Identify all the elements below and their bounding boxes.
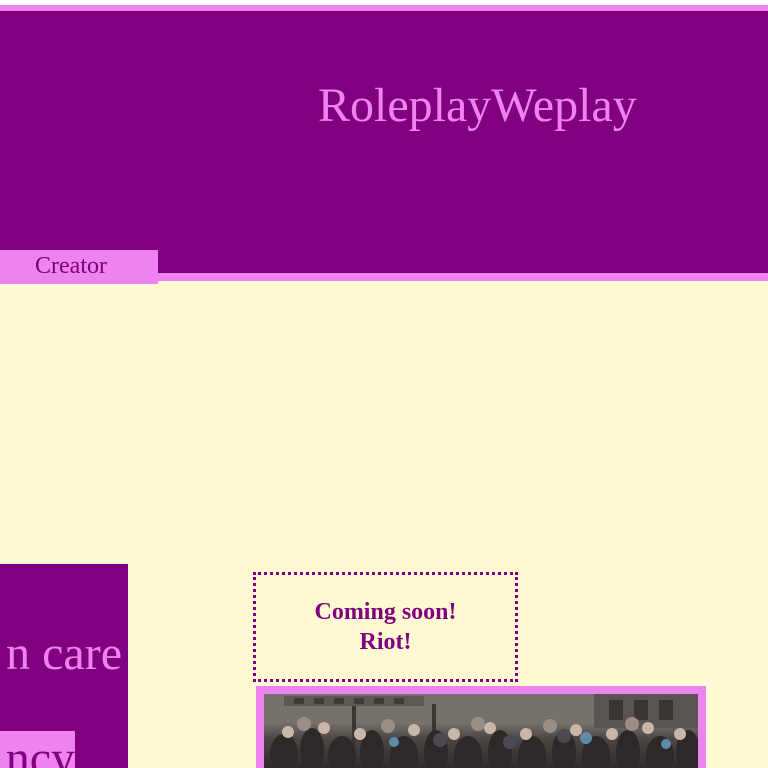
site-header: RoleplayWeplay Creator [0, 11, 768, 284]
crowd-photo-image [264, 694, 698, 768]
announcement-line-1: Coming soon! [314, 599, 457, 625]
left-sidebar-panel: n care ncy [0, 564, 128, 768]
crowd-photo [264, 694, 698, 768]
sidebar-subheading: ncy [5, 732, 75, 768]
sidebar-highlight-box: ncy [0, 731, 75, 768]
riot-photo-frame [256, 686, 706, 768]
announcement-line-2: Riot! [359, 629, 412, 655]
sidebar-heading: n care [6, 627, 122, 680]
site-title[interactable]: RoleplayWeplay [318, 79, 637, 133]
header-bottom-border [0, 273, 768, 281]
coming-soon-announcement: Coming soon! Riot! [253, 572, 518, 682]
